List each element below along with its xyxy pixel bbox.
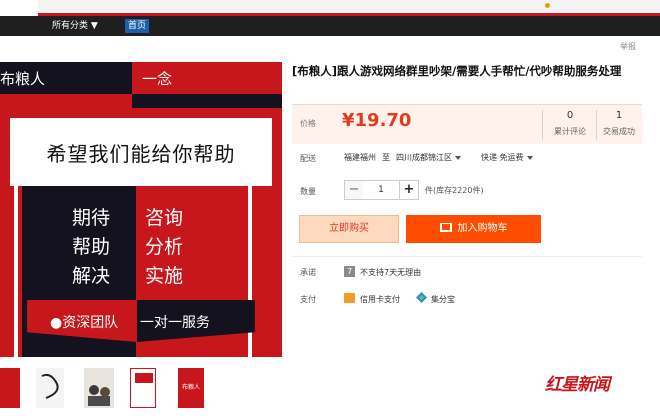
add-to-cart-button[interactable]: 加入购物车 bbox=[406, 215, 541, 243]
jifenbao-payment: 集分宝 bbox=[431, 295, 455, 304]
poster-left-column: 期待 帮助 解决 bbox=[72, 204, 132, 291]
nav-all-categories[interactable]: 所有分类 ▼ bbox=[52, 19, 98, 33]
quantity-input[interactable]: 1 bbox=[363, 180, 399, 200]
reviews-label[interactable]: 累计评论 bbox=[545, 126, 595, 137]
poster-left-line: 帮助 bbox=[72, 236, 111, 258]
report-link[interactable]: 举报 bbox=[620, 41, 636, 52]
thumbnail-strip: 布粮人 bbox=[0, 368, 220, 410]
poster-service-text: 一对一服务 bbox=[140, 315, 210, 331]
calligraphy-icon bbox=[41, 373, 59, 399]
nav-bar: 所有分类 ▼ 首页 bbox=[0, 16, 660, 36]
product-main-image[interactable]: 布粮人 一念 希望我们能给你帮助 期待 帮助 解决 咨询 分析 实施 ●资深团队… bbox=[0, 62, 282, 357]
shipping-label: 配送 bbox=[300, 154, 316, 163]
thumbnail[interactable] bbox=[84, 368, 114, 408]
shipping-method-select[interactable]: 快递 免运费 bbox=[481, 152, 533, 163]
thumbnail-label: 布粮人 bbox=[181, 384, 200, 391]
stat-divider bbox=[542, 110, 543, 140]
cart-icon bbox=[439, 222, 452, 232]
reviews-count: 0 bbox=[566, 110, 574, 121]
shipping-destination-select[interactable]: 四川成都锦江区 bbox=[396, 152, 461, 163]
promise-text: 不支持7天无理由 bbox=[360, 268, 422, 277]
banner-decoration bbox=[545, 3, 550, 8]
quantity-increase-button[interactable]: + bbox=[399, 180, 419, 200]
jifenbao-icon bbox=[416, 292, 427, 303]
people-photo-icon bbox=[88, 385, 110, 406]
price-value: ¥19.70 bbox=[342, 110, 412, 131]
shipping-method: 快递 免运费 bbox=[481, 153, 524, 162]
poster-brand-right: 一念 bbox=[142, 70, 173, 88]
poster-right-line: 实施 bbox=[145, 265, 184, 287]
deals-label: 交易成功 bbox=[603, 127, 635, 136]
poster-brand: 布粮人 bbox=[0, 70, 46, 88]
seven-day-icon: 7 bbox=[344, 266, 355, 277]
thumbnail[interactable] bbox=[130, 368, 156, 408]
quantity-decrease-button[interactable]: − bbox=[344, 180, 364, 200]
product-title: [布粮人]跟人游戏网络群里吵架/需要人手帮忙/代吵帮助服务处理 bbox=[292, 64, 622, 78]
caret-down-icon: ▼ bbox=[90, 21, 98, 31]
shipping-destination: 四川成都锦江区 bbox=[396, 153, 452, 162]
poster-right-line: 咨询 bbox=[145, 207, 184, 229]
quantity-label: 数量 bbox=[300, 187, 316, 196]
credit-card-payment: 信用卡支付 bbox=[360, 295, 400, 304]
top-banner bbox=[0, 0, 660, 16]
poster-left-line: 期待 bbox=[72, 207, 111, 229]
banner-left bbox=[0, 0, 38, 16]
watermark-logo: 红星新闻 bbox=[545, 375, 610, 395]
thumb-red-block bbox=[135, 373, 153, 383]
price-label: 价格 bbox=[300, 119, 316, 128]
add-to-cart-label: 加入购物车 bbox=[457, 223, 508, 234]
nav-all-categories-label: 所有分类 bbox=[52, 21, 89, 31]
divider bbox=[292, 256, 642, 257]
stock-text: 件(库存2220件) bbox=[425, 186, 484, 195]
deals-count: 1 bbox=[615, 110, 623, 121]
poster-headline: 希望我们能给你帮助 bbox=[10, 118, 272, 186]
price-box: 价格 ¥19.70 0 累计评论 1 交易成功 bbox=[292, 104, 642, 144]
credit-card-icon bbox=[344, 293, 355, 303]
poster-team-text: ●资深团队 bbox=[50, 315, 119, 331]
thumbnail[interactable] bbox=[36, 368, 64, 408]
caret-down-icon bbox=[455, 155, 461, 160]
nav-home[interactable]: 首页 bbox=[125, 19, 150, 33]
poster-left-line: 解决 bbox=[72, 265, 111, 287]
buy-now-button[interactable]: 立即购买 bbox=[299, 215, 399, 243]
thumbnail[interactable]: 布粮人 bbox=[178, 368, 204, 408]
payment-label: 支付 bbox=[300, 295, 316, 304]
thumbnail[interactable] bbox=[0, 368, 20, 408]
shipping-to-word: 至 bbox=[382, 153, 390, 162]
poster-right-line: 分析 bbox=[145, 236, 184, 258]
poster-dark-strip bbox=[132, 94, 282, 108]
shipping-from: 福建福州 bbox=[344, 153, 376, 162]
poster-right-column: 咨询 分析 实施 bbox=[145, 204, 205, 291]
promise-label: 承诺 bbox=[300, 268, 316, 277]
caret-down-icon bbox=[526, 155, 533, 160]
